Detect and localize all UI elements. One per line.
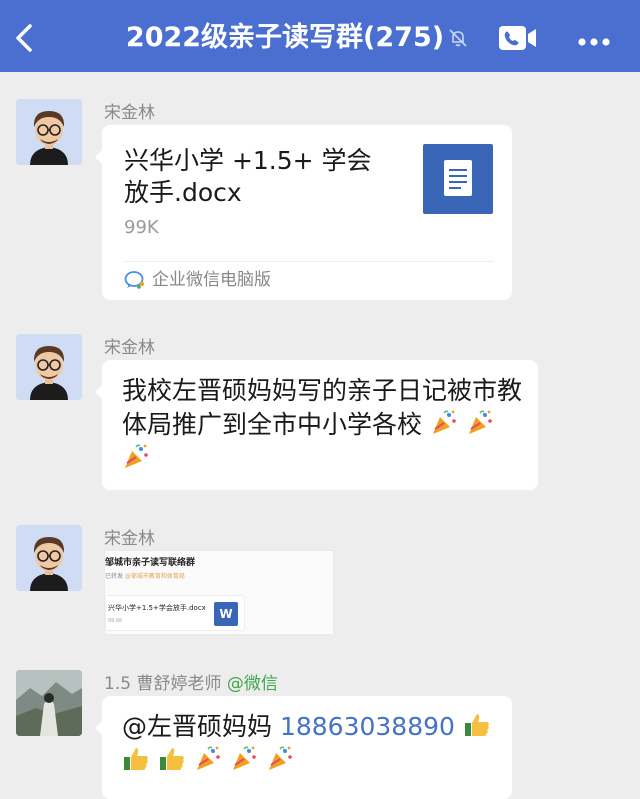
thumbs-up-icon (463, 711, 491, 739)
file-source-label: 企业微信电脑版 (152, 270, 271, 290)
file-name: 兴华小学 +1.5+ 学会放手.docx (124, 146, 372, 207)
sender-name: 宋金林 (104, 529, 155, 549)
word-icon: W (214, 602, 238, 626)
divider (124, 261, 494, 262)
thumbs-up-icon (158, 745, 186, 773)
avatar[interactable] (16, 525, 82, 591)
message-text: 我校左晋硕妈妈写的亲子日记被市教体局推广到全市中小学各校 (122, 374, 527, 476)
file-message[interactable]: 兴华小学 +1.5+ 学会放手.docx 99K 企业微信电脑版 (95, 125, 512, 300)
document-icon (423, 144, 493, 214)
text-message[interactable]: 我校左晋硕妈妈写的亲子日记被市教体局推广到全市中小学各校 (95, 360, 538, 490)
image-file-card: 兴华小学+1.5+学会放手.docx 99.6K W (105, 595, 245, 631)
image-file-size: 99.6K (108, 618, 123, 624)
chat-header: 2022级亲子读写群(275) (0, 0, 640, 72)
phone-link[interactable]: 18863038890 (280, 712, 455, 741)
message-body: 我校左晋硕妈妈写的亲子日记被市教体局推广到全市中小学各校 (122, 376, 523, 439)
more-dots-icon[interactable] (577, 32, 611, 46)
image-title: 邹城市亲子读写联络群 (105, 558, 196, 568)
chat-title: 2022级亲子读写群(275) (125, 22, 445, 53)
party-popper-icon (430, 409, 458, 437)
thumbs-up-icon (122, 745, 150, 773)
avatar[interactable] (16, 334, 82, 400)
party-popper-icon (466, 409, 494, 437)
party-popper-icon (230, 745, 258, 773)
image-message[interactable]: 邹城市亲子读写联络群 已转发 @邹城市教育和体育局 兴华小学+1.5+学会放手.… (104, 550, 334, 635)
image-subtitle: 已转发 @邹城市教育和体育局 (105, 573, 185, 580)
avatar[interactable] (16, 99, 82, 165)
image-file-name: 兴华小学+1.5+学会放手.docx (108, 604, 206, 612)
chevron-left-icon[interactable] (10, 20, 42, 56)
wechat-tag: @微信 (226, 674, 278, 694)
wecom-icon (124, 270, 146, 290)
sender-name: 宋金林 (104, 338, 155, 358)
mention[interactable]: @左晋硕妈妈 (122, 712, 280, 741)
bell-off-icon (447, 27, 469, 49)
party-popper-icon (194, 745, 222, 773)
avatar[interactable] (16, 670, 82, 736)
sender-name: 1.5 曹舒婷老师 @微信 (104, 674, 278, 694)
message-text: @左晋硕妈妈 18863038890 (122, 710, 507, 778)
party-popper-icon (122, 443, 150, 471)
text-message[interactable]: @左晋硕妈妈 18863038890 (95, 696, 512, 799)
video-call-icon[interactable] (498, 25, 538, 51)
file-size: 99K (124, 217, 159, 238)
file-source: 企业微信电脑版 (124, 267, 271, 293)
party-popper-icon (266, 745, 294, 773)
sender-name: 宋金林 (104, 103, 155, 123)
